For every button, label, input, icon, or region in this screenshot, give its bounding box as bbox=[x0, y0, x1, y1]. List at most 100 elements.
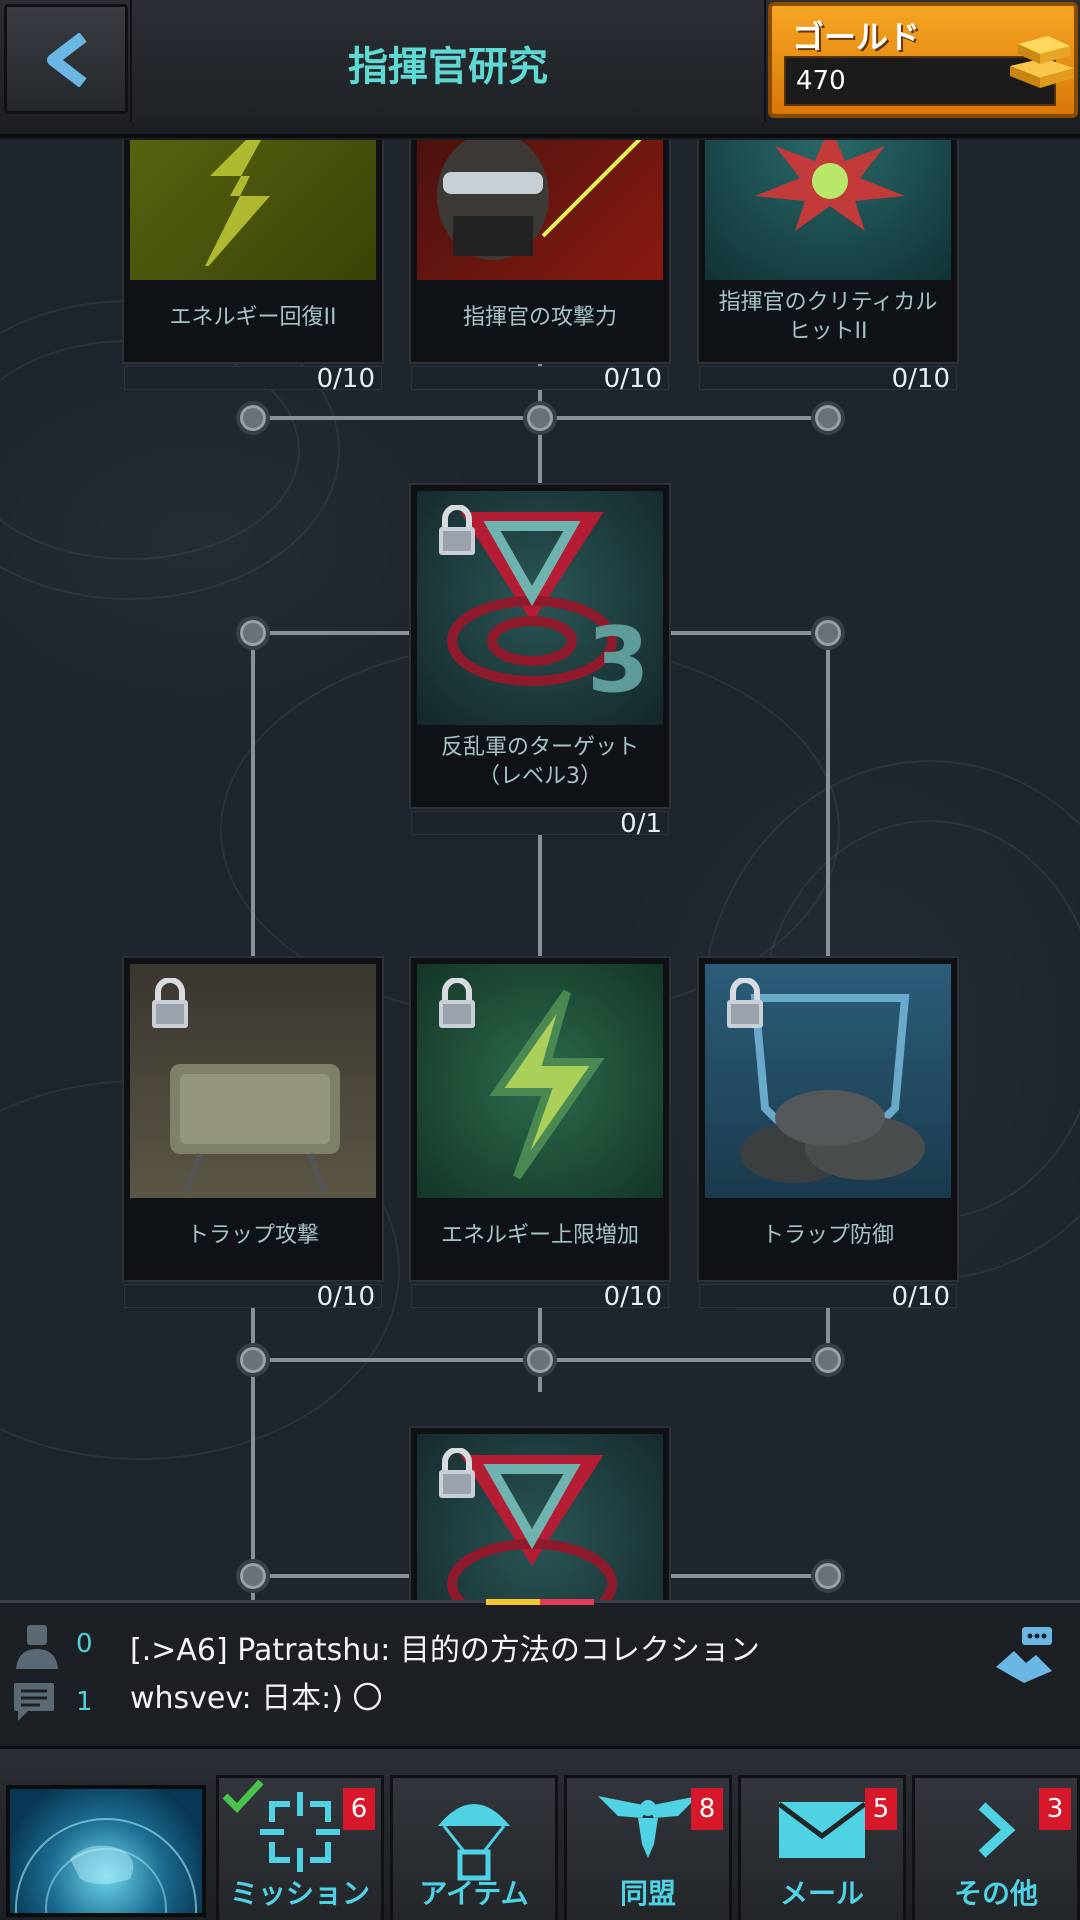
research-card-energy-cap[interactable]: エネルギー上限増加 0/10 bbox=[411, 958, 669, 1310]
checkmark-icon bbox=[222, 1779, 264, 1814]
notification-badge: 5 bbox=[865, 1788, 897, 1830]
card-image bbox=[417, 964, 663, 1198]
title-bar: 指揮官研究 bbox=[130, 0, 766, 122]
chat-panel[interactable]: 0 1 [.>A6] Patratshu: 目的の方法のコレクション whsve… bbox=[0, 1599, 1080, 1744]
bottom-nav: 6 ミッション アイテム 8 同盟 5 メール 3 その他 bbox=[0, 1746, 1080, 1920]
tree-node bbox=[236, 1559, 270, 1593]
gold-value: 470 bbox=[796, 66, 846, 96]
card-image bbox=[705, 140, 951, 280]
map-chat-icon[interactable] bbox=[992, 1625, 1056, 1685]
notification-badge: 6 bbox=[343, 1788, 375, 1830]
card-label: トラップ攻撃 bbox=[130, 1198, 376, 1274]
nav-label: ミッション bbox=[229, 1877, 370, 1910]
connector-line bbox=[668, 1574, 828, 1578]
tree-node bbox=[236, 401, 270, 435]
chat-message: whsvev: 日本:) 〇 bbox=[130, 1681, 383, 1716]
card-progress: 0/10 bbox=[411, 1284, 669, 1310]
chevron-right-icon bbox=[978, 1802, 1016, 1858]
gold-panel[interactable]: ゴールド 470 bbox=[768, 2, 1078, 118]
lock-icon bbox=[439, 505, 475, 555]
page-title: 指揮官研究 bbox=[348, 44, 548, 90]
research-card-commander-attack[interactable]: 指揮官の攻撃力 0/10 bbox=[411, 140, 669, 392]
card-image bbox=[417, 1434, 663, 1602]
tree-node bbox=[811, 616, 845, 650]
eagle-icon bbox=[598, 1796, 698, 1858]
card-frame: 3 反乱軍のターゲット（レベル3） bbox=[411, 485, 669, 807]
nav-alliance[interactable]: 8 同盟 bbox=[564, 1775, 732, 1920]
explosion-icon bbox=[755, 140, 905, 231]
tree-node bbox=[523, 401, 557, 435]
nav-mission[interactable]: 6 ミッション bbox=[216, 1775, 384, 1920]
user-icon bbox=[16, 1625, 58, 1669]
research-card-commander-critical[interactable]: 指揮官のクリティカルヒットII 0/10 bbox=[699, 140, 957, 392]
research-card-trap-defense[interactable]: トラップ防御 0/10 bbox=[699, 958, 957, 1310]
tree-node bbox=[236, 1343, 270, 1377]
claymore-mine-icon bbox=[170, 1064, 340, 1194]
globe-icon bbox=[15, 1818, 197, 1913]
chevron-left-icon bbox=[47, 33, 87, 87]
card-label: 反乱軍のターゲット（レベル3） bbox=[417, 725, 663, 801]
nav-label: 同盟 bbox=[619, 1877, 676, 1910]
connector-line bbox=[253, 1574, 413, 1578]
notification-badge: 8 bbox=[691, 1788, 723, 1830]
card-progress: 0/10 bbox=[124, 366, 382, 392]
message-count: 1 bbox=[76, 1687, 93, 1717]
world-map-button[interactable] bbox=[6, 1785, 206, 1917]
lock-icon bbox=[439, 978, 475, 1028]
research-card-trap-attack[interactable]: トラップ攻撃 0/10 bbox=[124, 958, 382, 1310]
nav-mail[interactable]: 5 メール bbox=[738, 1775, 906, 1920]
card-image bbox=[417, 140, 663, 280]
back-button[interactable] bbox=[4, 4, 128, 114]
lock-icon bbox=[152, 978, 188, 1028]
connector-line bbox=[668, 631, 828, 635]
card-progress: 0/10 bbox=[699, 1284, 957, 1310]
card-label: 指揮官の攻撃力 bbox=[417, 280, 663, 356]
svg-text:3: 3 bbox=[587, 608, 647, 711]
parachute-icon bbox=[438, 1804, 510, 1881]
card-image: 3 bbox=[417, 491, 663, 725]
lock-icon bbox=[439, 1448, 475, 1498]
notification-badge: 3 bbox=[1039, 1788, 1071, 1830]
card-label: トラップ防御 bbox=[705, 1198, 951, 1274]
soldier-icon bbox=[437, 140, 642, 260]
gold-label: ゴールド bbox=[792, 18, 921, 56]
card-image bbox=[130, 964, 376, 1198]
card-frame bbox=[411, 1428, 669, 1602]
nav-label: メール bbox=[779, 1877, 864, 1910]
nav-label: その他 bbox=[953, 1877, 1038, 1910]
tree-node bbox=[236, 616, 270, 650]
card-progress: 0/1 bbox=[411, 811, 669, 837]
header: 指揮官研究 ゴールド 470 bbox=[0, 0, 1080, 138]
research-card-energy-recovery[interactable]: エネルギー回復II 0/10 bbox=[124, 140, 382, 392]
tree-node bbox=[811, 1559, 845, 1593]
connector-line bbox=[253, 631, 413, 635]
card-label: 指揮官のクリティカルヒットII bbox=[705, 280, 951, 356]
online-count: 0 bbox=[76, 1629, 93, 1659]
target-icon bbox=[260, 1792, 340, 1872]
nav-label: アイテム bbox=[419, 1877, 529, 1910]
card-progress: 0/10 bbox=[124, 1284, 382, 1310]
research-tree[interactable]: エネルギー回復II 0/10 指揮官の攻撃力 0/10 指揮官のクリティカルヒッ… bbox=[0, 140, 1080, 1602]
card-frame: 指揮官の攻撃力 bbox=[411, 140, 669, 362]
tree-node bbox=[523, 1343, 557, 1377]
chat-message: [.>A6] Patratshu: 目的の方法のコレクション bbox=[130, 1633, 760, 1668]
research-card-rebel-target-3[interactable]: 3 反乱軍のターゲット（レベル3） 0/1 bbox=[411, 485, 669, 837]
card-image bbox=[705, 964, 951, 1198]
tree-node bbox=[811, 401, 845, 435]
gold-bars-icon bbox=[1010, 36, 1074, 88]
research-card-rebel-target-4[interactable] bbox=[411, 1428, 669, 1602]
card-label: エネルギー回復II bbox=[130, 280, 376, 356]
card-frame: トラップ攻撃 bbox=[124, 958, 382, 1280]
card-progress: 0/10 bbox=[411, 366, 669, 392]
lock-icon bbox=[727, 978, 763, 1028]
card-frame: 指揮官のクリティカルヒットII bbox=[699, 140, 957, 362]
nav-items[interactable]: アイテム bbox=[390, 1775, 558, 1920]
card-frame: エネルギー回復II bbox=[124, 140, 382, 362]
energy-bolt-icon bbox=[205, 140, 270, 266]
card-image bbox=[130, 140, 376, 280]
tree-node bbox=[811, 1343, 845, 1377]
nav-more[interactable]: 3 その他 bbox=[912, 1775, 1080, 1920]
card-progress: 0/10 bbox=[699, 366, 957, 392]
chat-bubble-icon bbox=[14, 1683, 54, 1721]
chat-tab-indicator bbox=[486, 1599, 594, 1605]
